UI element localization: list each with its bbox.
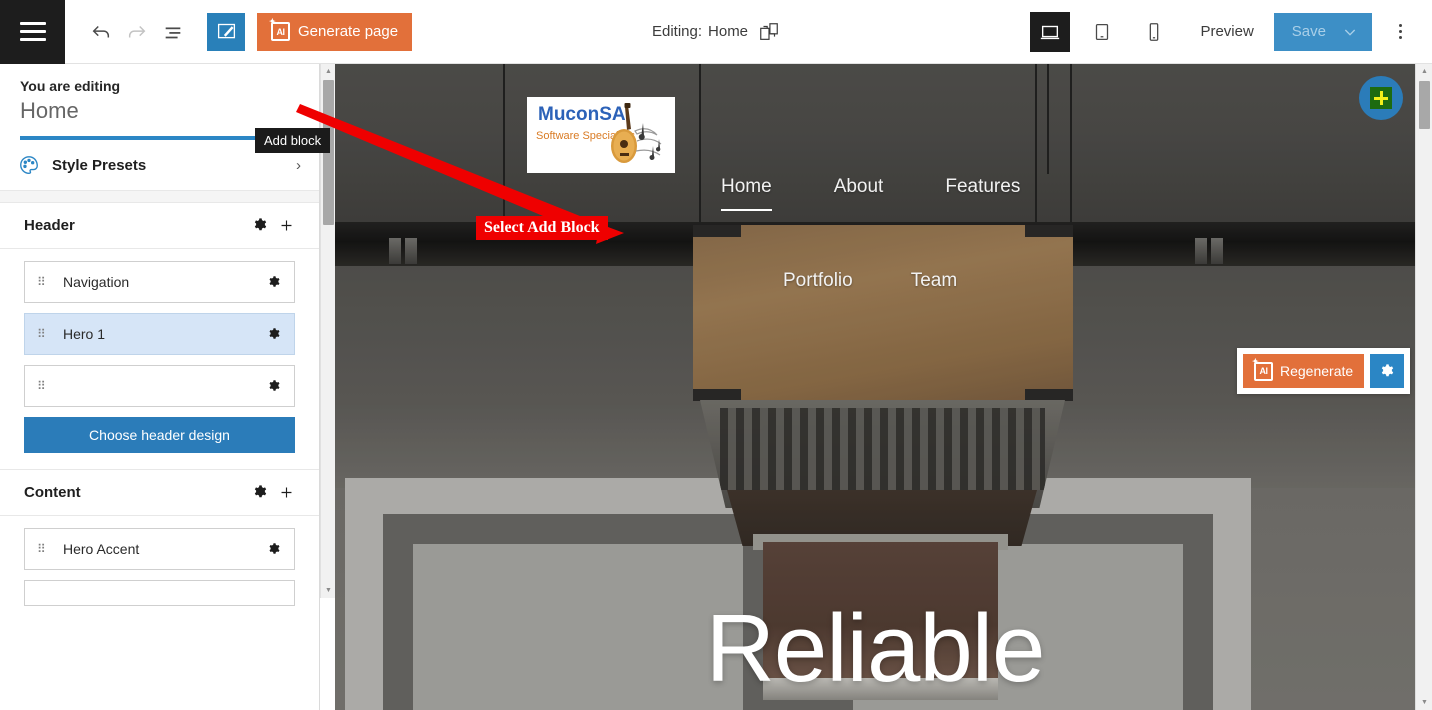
nav-link-portfolio[interactable]: Portfolio [783, 270, 853, 292]
device-mobile-icon[interactable] [1134, 12, 1174, 52]
block-label: Hero 1 [63, 326, 106, 342]
scroll-down-arrow-icon[interactable]: ▼ [1416, 695, 1432, 710]
page-preview-canvas[interactable]: MuconSA Software Specialists Home About … [335, 64, 1415, 710]
nav-link-about[interactable]: About [834, 176, 884, 198]
editor-sidebar: You are editing Home Style Presets › Hea… [0, 64, 320, 710]
section-title-header: Header [24, 217, 75, 234]
block-item-unnamed[interactable]: ⠿ [24, 365, 295, 407]
scroll-up-arrow-icon[interactable]: ▲ [1416, 64, 1432, 79]
block-item-partial[interactable] [24, 580, 295, 606]
header-section-add-icon[interactable] [273, 217, 299, 234]
content-section-gear-icon[interactable] [247, 484, 273, 501]
site-nav-primary: Home About Features [721, 176, 1020, 211]
palette-icon [18, 154, 40, 176]
annotation-label: Select Add Block [476, 216, 608, 240]
block-item-hero-1[interactable]: ⠿ Hero 1 [24, 313, 295, 355]
block-gear-icon[interactable] [267, 327, 282, 342]
header-section-gear-icon[interactable] [247, 217, 273, 234]
canvas-scrollbar-thumb[interactable] [1419, 81, 1430, 129]
edit-page-button[interactable] [207, 12, 245, 51]
header-block-list: ⠿ Navigation ⠿ Hero 1 ⠿ [0, 249, 319, 407]
device-desktop-icon[interactable] [1030, 11, 1071, 52]
ai-sparkle-icon: AI [269, 17, 290, 41]
switch-page-icon[interactable] [758, 21, 780, 43]
section-title-content: Content [24, 484, 81, 501]
content-block-list: ⠿ Hero Accent [0, 516, 319, 606]
nav-link-team[interactable]: Team [911, 270, 957, 292]
content-section-add-icon[interactable] [273, 484, 299, 501]
regenerate-settings-gear-icon[interactable] [1370, 354, 1405, 388]
device-tablet-icon[interactable] [1082, 12, 1122, 52]
block-label: Navigation [63, 274, 130, 290]
editing-page-name: Home [708, 23, 749, 40]
guitar-icon [611, 103, 662, 163]
style-presets-label: Style Presets [52, 156, 147, 174]
chevron-right-icon[interactable]: › [296, 157, 301, 174]
site-nav-secondary: Portfolio Team [783, 270, 957, 292]
block-item-navigation[interactable]: ⠿ Navigation [24, 261, 295, 303]
drag-handle-icon[interactable]: ⠿ [37, 328, 51, 340]
canvas-scrollbar[interactable]: ▲ ▼ [1415, 64, 1432, 710]
scroll-up-arrow-icon[interactable]: ▲ [321, 64, 336, 79]
editing-prefix-label: Editing: [651, 23, 703, 40]
top-toolbar: AI Generate page Editing: Home [0, 0, 1432, 64]
outline-list-icon[interactable] [155, 14, 191, 50]
site-logo[interactable]: MuconSA Software Specialists [527, 97, 675, 173]
sidebar-divider [0, 191, 319, 203]
hero-heading: Reliable [705, 595, 1046, 702]
block-gear-icon[interactable] [267, 542, 282, 557]
block-gear-icon[interactable] [267, 379, 282, 394]
redo-arrow-icon[interactable] [119, 14, 155, 50]
regenerate-button[interactable]: AI Regenerate [1243, 354, 1365, 388]
choose-header-design-button[interactable]: Choose header design [24, 417, 295, 453]
chevron-down-icon[interactable] [1342, 24, 1358, 40]
block-regenerate-panel: AI Regenerate [1237, 348, 1411, 394]
generate-page-button[interactable]: AI Generate page [257, 12, 413, 51]
you-are-editing-label: You are editing [20, 78, 121, 94]
nav-link-home[interactable]: Home [721, 176, 772, 211]
save-button[interactable]: Save [1273, 12, 1372, 51]
nav-link-features[interactable]: Features [945, 176, 1020, 198]
undo-arrow-icon[interactable] [83, 14, 119, 50]
regenerate-label: Regenerate [1280, 363, 1354, 379]
drag-handle-icon[interactable]: ⠿ [37, 276, 51, 288]
drag-handle-icon[interactable]: ⠿ [37, 380, 51, 392]
block-label: Hero Accent [63, 541, 140, 557]
preview-button[interactable]: Preview [1180, 23, 1273, 40]
drag-handle-icon[interactable]: ⠿ [37, 543, 51, 555]
toolbar-right-group: Preview Save [1024, 11, 1432, 52]
more-options-icon[interactable] [1382, 14, 1418, 50]
ai-sparkle-icon: AI [1252, 357, 1273, 381]
block-item-hero-accent[interactable]: ⠿ Hero Accent [24, 528, 295, 570]
generate-page-label: Generate page [298, 23, 399, 40]
block-gear-icon[interactable] [267, 275, 282, 290]
hamburger-menu-icon[interactable] [0, 0, 65, 64]
plus-icon [1370, 87, 1392, 109]
scroll-down-arrow-icon[interactable]: ▼ [321, 583, 336, 598]
sidebar-section-content: Content [0, 469, 319, 516]
add-block-button[interactable] [1359, 76, 1403, 120]
sidebar-section-header: Header [0, 203, 319, 249]
add-block-tooltip: Add block [255, 128, 331, 153]
sidebar-page-name: Home [20, 98, 79, 123]
save-label: Save [1291, 23, 1326, 40]
